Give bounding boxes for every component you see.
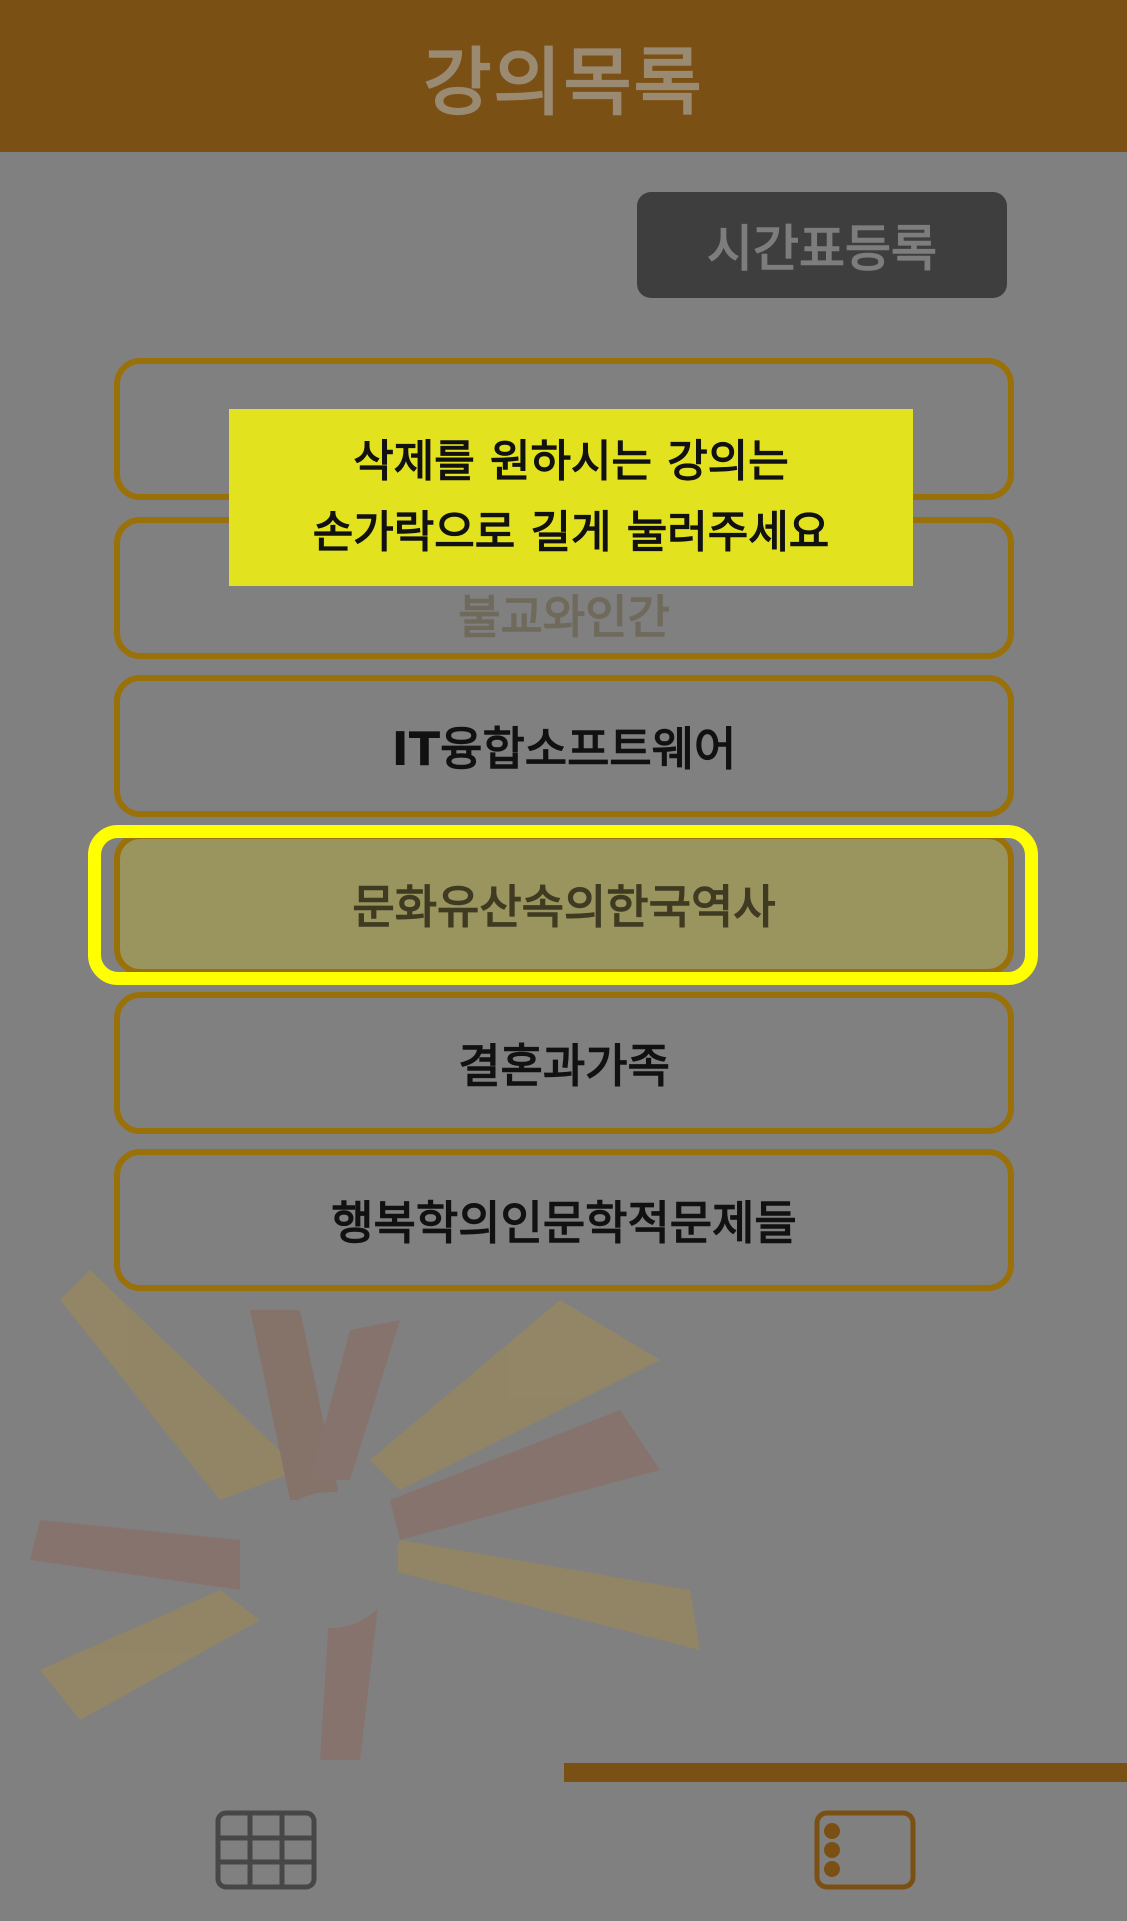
timetable-grid-icon[interactable] bbox=[215, 1810, 317, 1890]
page-title: 강의목록 bbox=[423, 39, 704, 126]
course-label: IT융합소프트웨어 bbox=[391, 722, 737, 776]
flower-watermark-icon bbox=[30, 1270, 700, 1760]
timetable-register-button[interactable]: 시간표등록 bbox=[637, 192, 1007, 298]
header-bar: 강의목록 bbox=[0, 0, 1127, 152]
course-item-highlighted[interactable]: 문화유산속의한국역사 bbox=[114, 833, 1014, 975]
delete-hint-tooltip: 삭제를 원하시는 강의는 손가락으로 길게 눌러주세요 bbox=[229, 409, 913, 586]
tooltip-line-2: 손가락으로 길게 눌러주세요 bbox=[312, 506, 830, 558]
course-label: 결혼과가족 bbox=[458, 1039, 670, 1093]
tooltip-line-1: 삭제를 원하시는 강의는 bbox=[353, 436, 789, 488]
course-label: 문화유산속의한국역사 bbox=[352, 880, 776, 934]
active-tab-indicator bbox=[564, 1763, 1127, 1782]
course-item[interactable]: IT융합소프트웨어 bbox=[114, 675, 1014, 817]
course-item[interactable]: 결혼과가족 bbox=[114, 992, 1014, 1134]
course-list-icon[interactable] bbox=[814, 1810, 916, 1890]
course-label: 불교와인간 bbox=[458, 590, 670, 644]
